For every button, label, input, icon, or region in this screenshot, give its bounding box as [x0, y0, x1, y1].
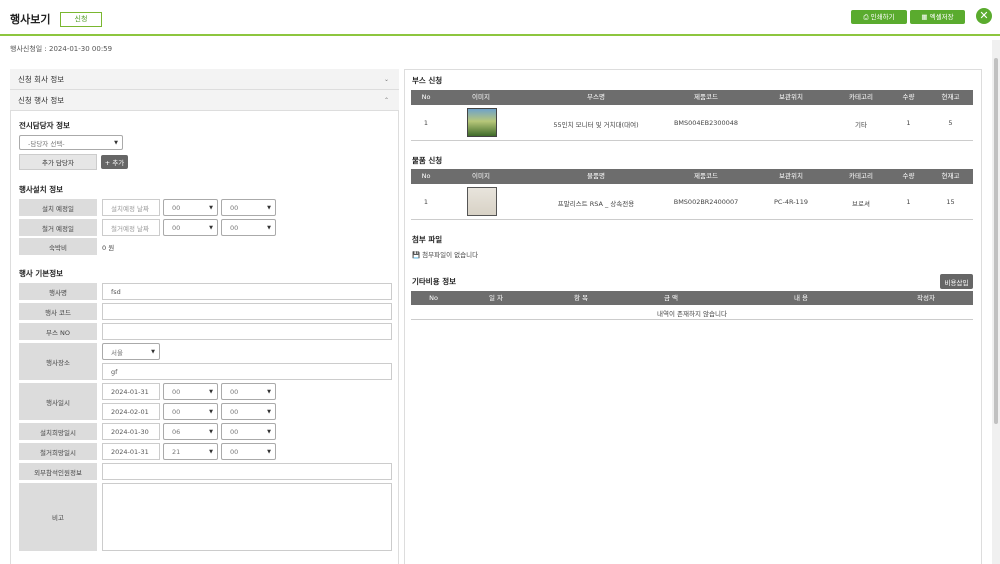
external-attendees-input[interactable] [102, 463, 392, 480]
status-badge: 신청 [60, 12, 102, 27]
top-bar [0, 0, 1000, 36]
event-name-input[interactable]: fsd [102, 283, 392, 300]
add-manager-button[interactable]: + 추가 [101, 155, 128, 169]
section-install: 행사설치 정보 [19, 185, 64, 194]
table-row: 1 프말리스트 RSA _ 상속전용 BMS002BR2400007 PC-4R… [411, 184, 973, 220]
attachment-empty: 💾 첨부파일이 없습니다 [412, 251, 479, 259]
page-title: 행사보기 [10, 13, 51, 26]
event-code-input[interactable] [102, 303, 392, 320]
region-select[interactable]: 서울 ▼ [102, 343, 160, 360]
end-minute-select[interactable]: 00 ▼ [221, 403, 276, 420]
section-attachment: 첨부 파일 [412, 235, 443, 244]
manager-select[interactable]: -담당자 선택- ▼ [19, 135, 123, 150]
remove-hour-select[interactable]: 00 ▼ [163, 219, 218, 236]
print-button[interactable]: ⎙ 인쇄하기 [851, 10, 907, 24]
end-date-input[interactable]: 2024-02-01 [102, 403, 160, 420]
lodging-value: 0 원 [102, 244, 115, 252]
start-date-input[interactable]: 2024-01-31 [102, 383, 160, 400]
note-textarea[interactable] [102, 483, 392, 551]
install-hope-minute[interactable]: 00 ▼ [221, 423, 276, 440]
chevron-down-icon: ⌄ [383, 76, 389, 83]
install-date-input[interactable]: 설치예정 날짜 [102, 199, 160, 216]
section-basic: 행사 기본정보 [19, 269, 64, 278]
remove-hope-minute[interactable]: 00 ▼ [221, 443, 276, 460]
insert-cost-button[interactable]: 비용삽입 [940, 274, 973, 289]
event-code-label: 행사 코드 [19, 303, 97, 320]
section-manager: 전시담당자 정보 [19, 121, 70, 130]
goods-image [467, 187, 497, 216]
remove-hope-hour[interactable]: 21 ▼ [163, 443, 218, 460]
chevron-up-icon: ⌃ [383, 97, 389, 104]
accordion-company-info[interactable]: 신청 회사 정보 ⌄ [10, 69, 399, 90]
note-label: 비고 [19, 483, 97, 551]
install-hope-date[interactable]: 2024-01-30 [102, 423, 160, 440]
lodging-label: 숙박비 [19, 238, 97, 255]
install-hope-hour[interactable]: 06 ▼ [163, 423, 218, 440]
add-manager-label: 추가 담당자 [19, 154, 97, 170]
start-minute-select[interactable]: 00 ▼ [221, 383, 276, 400]
remove-hope-label: 철거희망일시 [19, 443, 97, 460]
file-icon: 💾 [412, 251, 421, 259]
remove-minute-select[interactable]: 00 ▼ [221, 219, 276, 236]
install-hope-label: 설치희망일시 [19, 423, 97, 440]
table-row: 1 55인치 모니터 및 거치대(대여) BMS004EB2300048 기타 … [411, 105, 973, 141]
printer-icon: ⎙ [863, 13, 869, 21]
event-name-label: 행사명 [19, 283, 97, 300]
scrollbar-thumb[interactable] [994, 58, 998, 424]
install-hour-select[interactable]: 00 ▼ [163, 199, 218, 216]
remove-hope-date[interactable]: 2024-01-31 [102, 443, 160, 460]
install-minute-select[interactable]: 00 ▼ [221, 199, 276, 216]
close-icon[interactable]: ✕ [976, 8, 992, 24]
booth-image [467, 108, 497, 137]
place-detail-input[interactable]: gf [102, 363, 392, 380]
section-goods: 물품 신청 [412, 156, 443, 165]
applied-date: 행사신청일 : 2024-01-30 00:59 [10, 45, 113, 53]
section-costs: 기타비용 정보 [412, 277, 457, 286]
remove-date-label: 철거 예정일 [19, 219, 97, 236]
goods-table-header: No 이미지 물품명 제품코드 보관위치 카테고리 수량 현재고 [411, 169, 973, 184]
section-booth: 부스 신청 [412, 76, 443, 85]
event-datetime-label: 행사일시 [19, 383, 97, 420]
remove-date-input[interactable]: 철거예정 날짜 [102, 219, 160, 236]
excel-export-button[interactable]: ▦ 엑셀저장 [910, 10, 965, 24]
costs-table-header: No 일 자 항 목 금 액 내 용 작성자 [411, 291, 973, 305]
booth-no-label: 부스 NO [19, 323, 97, 340]
chevron-down-icon: ▼ [114, 139, 118, 146]
excel-icon: ▦ [921, 13, 928, 21]
install-date-label: 설치 예정일 [19, 199, 97, 216]
booth-table-header: No 이미지 부스명 제품코드 보관위치 카테고리 수량 현재고 [411, 90, 973, 105]
booth-no-input[interactable] [102, 323, 392, 340]
end-hour-select[interactable]: 00 ▼ [163, 403, 218, 420]
event-place-label: 행사장소 [19, 343, 97, 380]
start-hour-select[interactable]: 00 ▼ [163, 383, 218, 400]
accordion-event-info[interactable]: 신청 행사 정보 ⌃ [10, 90, 399, 111]
external-attendees-label: 외부참석인원정보 [19, 463, 97, 480]
costs-empty-row: 내역이 존재하지 않습니다 [411, 305, 973, 320]
